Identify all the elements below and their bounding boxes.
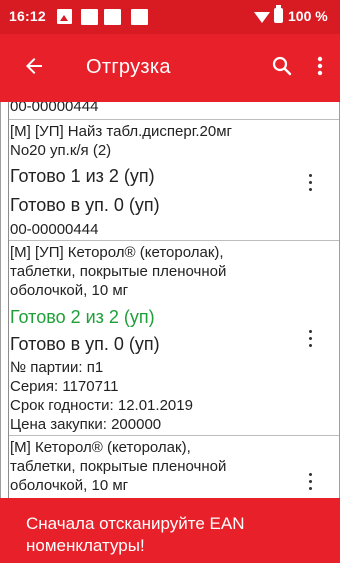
item-code: 00-00000444 (10, 221, 99, 238)
status-time: 16:12 (9, 8, 46, 24)
battery-level: 100 % (288, 8, 328, 24)
shipment-list[interactable]: 00-00000444 [М] [УП] Найз табл.дисперг.2… (0, 102, 340, 498)
search-icon[interactable] (270, 54, 294, 78)
item-name: [М] [УП] Найз табл.дисперг.20мг (10, 123, 233, 140)
more-vert-icon[interactable] (314, 54, 326, 78)
arrow-back-icon[interactable] (22, 54, 46, 78)
item-ready: Готово 2 из 2 (уп) (10, 307, 155, 327)
app-bar: Отгрузка (0, 34, 340, 102)
item-code: 00-00000444 (10, 102, 99, 115)
item-name: [М] [УП] Кеторол® (кеторолак), (10, 244, 224, 261)
divider (9, 240, 339, 241)
notification-icon (81, 9, 98, 25)
item-name: No20 уп.к/я (2) (10, 142, 112, 159)
status-bar: 16:12 100 % (0, 0, 340, 34)
item-batch: № партии: п1 (10, 359, 104, 376)
wifi-icon (254, 12, 270, 23)
item-name: оболочкой, 10 мг (10, 282, 129, 299)
item-ready-in-pack: Готово в уп. 0 (уп) (10, 195, 160, 215)
page-title: Отгрузка (86, 56, 171, 78)
item-name: [М] Кеторол® (кеторолак), (10, 439, 191, 456)
item-name: оболочкой, 10 мг (10, 477, 129, 494)
image-icon (57, 9, 72, 24)
item-ready: Готово 1 из 2 (уп) (10, 166, 155, 186)
item-name: таблетки, покрытые пленочной (10, 458, 227, 475)
item-price: Цена закупки: 200000 (10, 416, 162, 433)
item-ready-in-pack: Готово в уп. 0 (уп) (10, 334, 160, 354)
more-vert-icon[interactable] (304, 470, 318, 492)
divider (9, 119, 339, 120)
item-name: таблетки, покрытые пленочной (10, 263, 227, 280)
battery-icon (274, 5, 283, 23)
notification-icon (104, 9, 121, 25)
more-vert-icon[interactable] (304, 171, 318, 193)
divider (9, 435, 339, 436)
snackbar: Сначала отсканируйте EAN номенклатуры! (0, 498, 340, 563)
snackbar-message: Сначала отсканируйте EAN номенклатуры! (26, 514, 245, 555)
notification-icon (131, 9, 148, 25)
item-series: Серия: 1170711 (10, 378, 119, 395)
item-expiry: Срок годности: 12.01.2019 (10, 397, 193, 414)
list-left-border (8, 102, 9, 498)
more-vert-icon[interactable] (304, 327, 318, 349)
